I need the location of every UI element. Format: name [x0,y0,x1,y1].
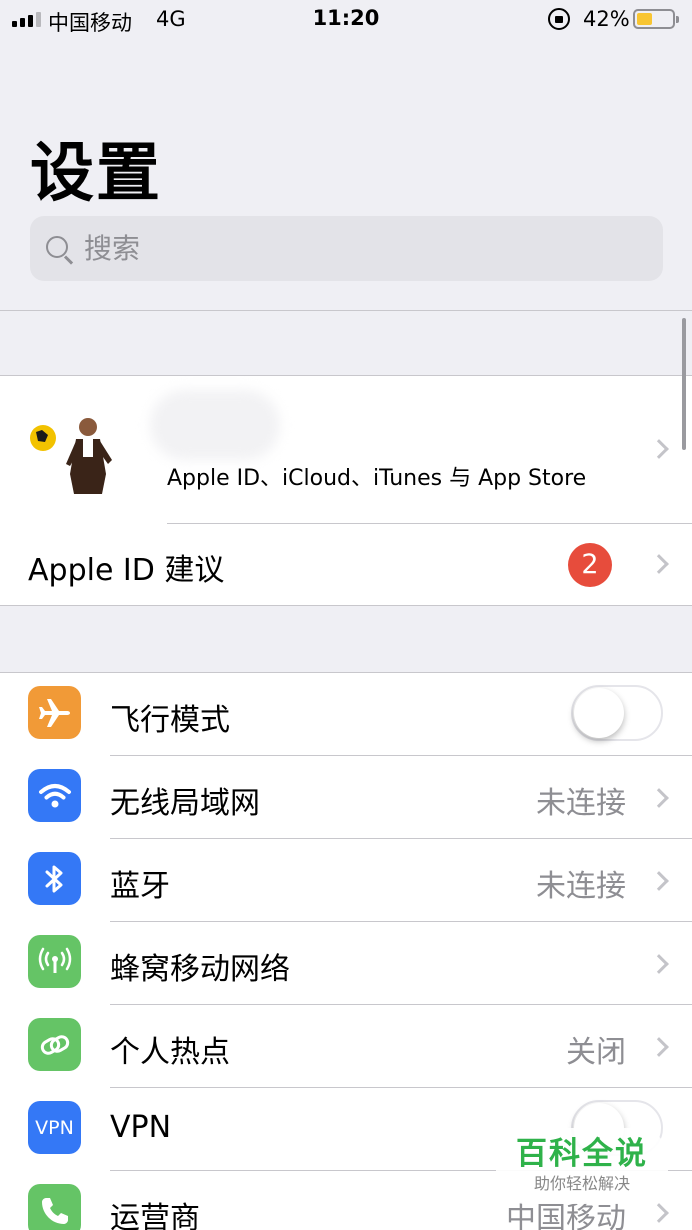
antenna-icon [28,935,81,988]
setting-label: 个人热点 [110,1035,230,1070]
notification-badge: 2 [568,543,612,587]
apple-id-suggestions-label: Apple ID 建议 [28,553,225,588]
divider [0,310,692,311]
watermark-title: 百科全说 [516,1136,648,1172]
airplane-icon [28,686,81,739]
watermark-subtitle: 助你轻松解决 [533,1174,630,1193]
chain-link-icon [28,1018,81,1071]
chevron-right-icon [649,439,669,459]
battery-percent: 42% [583,7,630,31]
setting-row-cellular[interactable]: 蜂窝移动网络 [0,922,692,1005]
bluetooth-icon [28,852,81,905]
setting-label: VPN [110,1110,172,1145]
search-icon [46,236,68,258]
vpn-icon: VPN [28,1101,81,1154]
battery-icon [633,9,679,29]
setting-row-bluetooth[interactable]: 蓝牙 未连接 [0,839,692,922]
account-group: Apple ID、iCloud、iTunes 与 App Store Apple… [0,375,692,606]
setting-label: 蜂窝移动网络 [110,952,290,987]
setting-label: 运营商 [110,1201,200,1230]
apple-id-suggestions-row[interactable]: Apple ID 建议 2 [0,524,692,606]
chevron-right-icon [649,1203,669,1223]
chevron-right-icon [649,1037,669,1057]
setting-row-wifi[interactable]: 无线局域网 未连接 [0,756,692,839]
setting-value: 未连接 [536,869,626,904]
account-subtitle: Apple ID、iCloud、iTunes 与 App Store [167,466,587,491]
chevron-right-icon [649,788,669,808]
rotation-lock-icon [548,8,570,30]
blurred-account-name [150,390,280,460]
avatar [28,394,138,504]
chevron-right-icon [649,554,669,574]
scroll-indicator[interactable] [682,318,686,450]
setting-label: 无线局域网 [110,786,260,821]
watermark-logo: 百科全说 助你轻松解决 [496,1128,668,1204]
apple-id-account-row[interactable]: Apple ID、iCloud、iTunes 与 App Store [0,376,692,523]
setting-label: 蓝牙 [110,869,170,904]
setting-row-airplane[interactable]: 飞行模式 [0,673,692,756]
search-input[interactable] [84,228,644,268]
status-bar: 中国移动 4G 11:20 42% [0,0,692,40]
search-bar[interactable] [30,216,663,281]
setting-row-hotspot[interactable]: 个人热点 关闭 [0,1005,692,1088]
wifi-icon [28,769,81,822]
page-title: 设置 [30,137,162,211]
setting-value: 关闭 [566,1035,626,1070]
setting-value: 未连接 [536,786,626,821]
setting-label: 飞行模式 [110,703,230,738]
phone-icon [28,1184,81,1230]
airplane-mode-toggle[interactable] [571,685,663,741]
chevron-right-icon [649,871,669,891]
chevron-right-icon [649,954,669,974]
